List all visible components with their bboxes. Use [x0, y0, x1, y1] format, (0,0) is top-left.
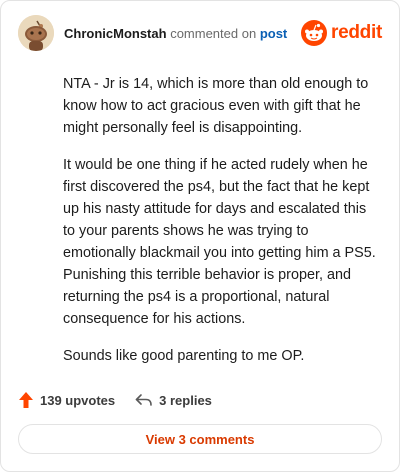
- comment-header: ChronicMonstah commented on post reddit: [18, 15, 382, 53]
- upvote-arrow-icon: [19, 392, 33, 408]
- snoo-avatar-icon: [18, 15, 54, 51]
- upvote-count: 139 upvotes: [40, 392, 116, 408]
- comment-byline: ChronicMonstah commented on post: [64, 26, 287, 42]
- reply-arrow-icon: [135, 394, 152, 406]
- comment-paragraph: It would be one thing if he acted rudely…: [63, 157, 376, 327]
- reply-count: 3 replies: [159, 392, 212, 408]
- upvote-button[interactable]: 139 upvotes: [18, 391, 115, 409]
- comment-paragraph: NTA - Jr is 14, which is more than old e…: [63, 76, 369, 136]
- reddit-logo[interactable]: reddit: [301, 19, 382, 47]
- view-comments-button[interactable]: View 3 comments: [18, 424, 382, 454]
- avatar[interactable]: [18, 15, 54, 51]
- post-link[interactable]: post: [260, 26, 287, 41]
- reddit-logo-icon: [301, 20, 328, 46]
- reddit-wordmark: reddit: [331, 22, 382, 43]
- comment-paragraph: Sounds like good parenting to me OP.: [63, 348, 305, 364]
- comment-action-text: commented on: [170, 26, 257, 41]
- replies-button[interactable]: 3 replies: [135, 393, 212, 408]
- comment-card: ChronicMonstah commented on post reddit …: [0, 0, 400, 472]
- author-name[interactable]: ChronicMonstah: [64, 26, 167, 41]
- comment-actions: 139 upvotes 3 replies: [18, 389, 212, 411]
- comment-body: NTA - Jr is 14, which is more than old e…: [63, 73, 381, 382]
